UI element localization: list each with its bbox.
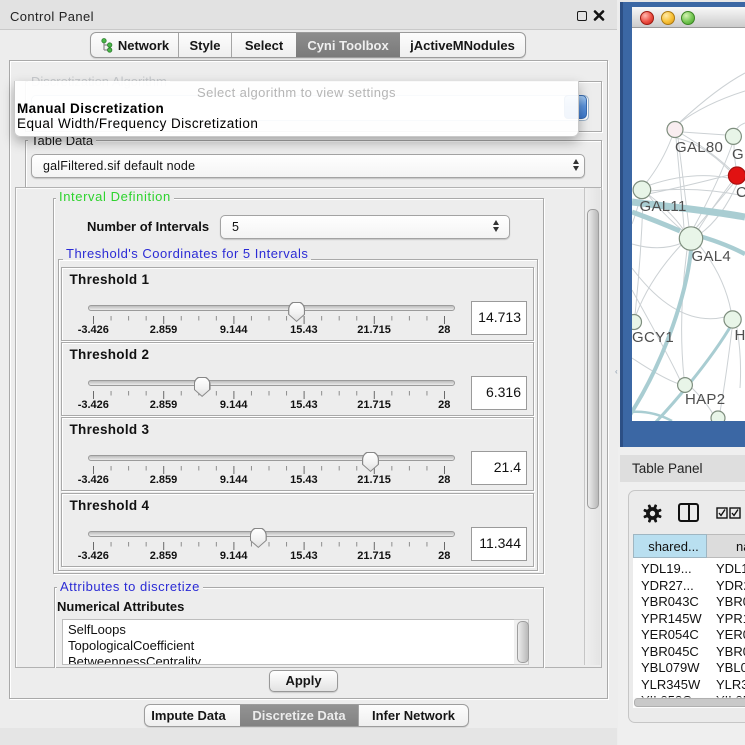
svg-text:HAP2: HAP2 <box>685 391 725 408</box>
svg-text:G.: G. <box>732 146 745 163</box>
svg-text:GAL80: GAL80 <box>675 139 723 156</box>
svg-text:GCY1: GCY1 <box>632 329 674 346</box>
svg-text:H: H <box>735 327 745 344</box>
svg-text:C: C <box>736 184 745 201</box>
svg-text:GAL11: GAL11 <box>640 198 687 215</box>
svg-text:GAL4: GAL4 <box>692 248 732 265</box>
